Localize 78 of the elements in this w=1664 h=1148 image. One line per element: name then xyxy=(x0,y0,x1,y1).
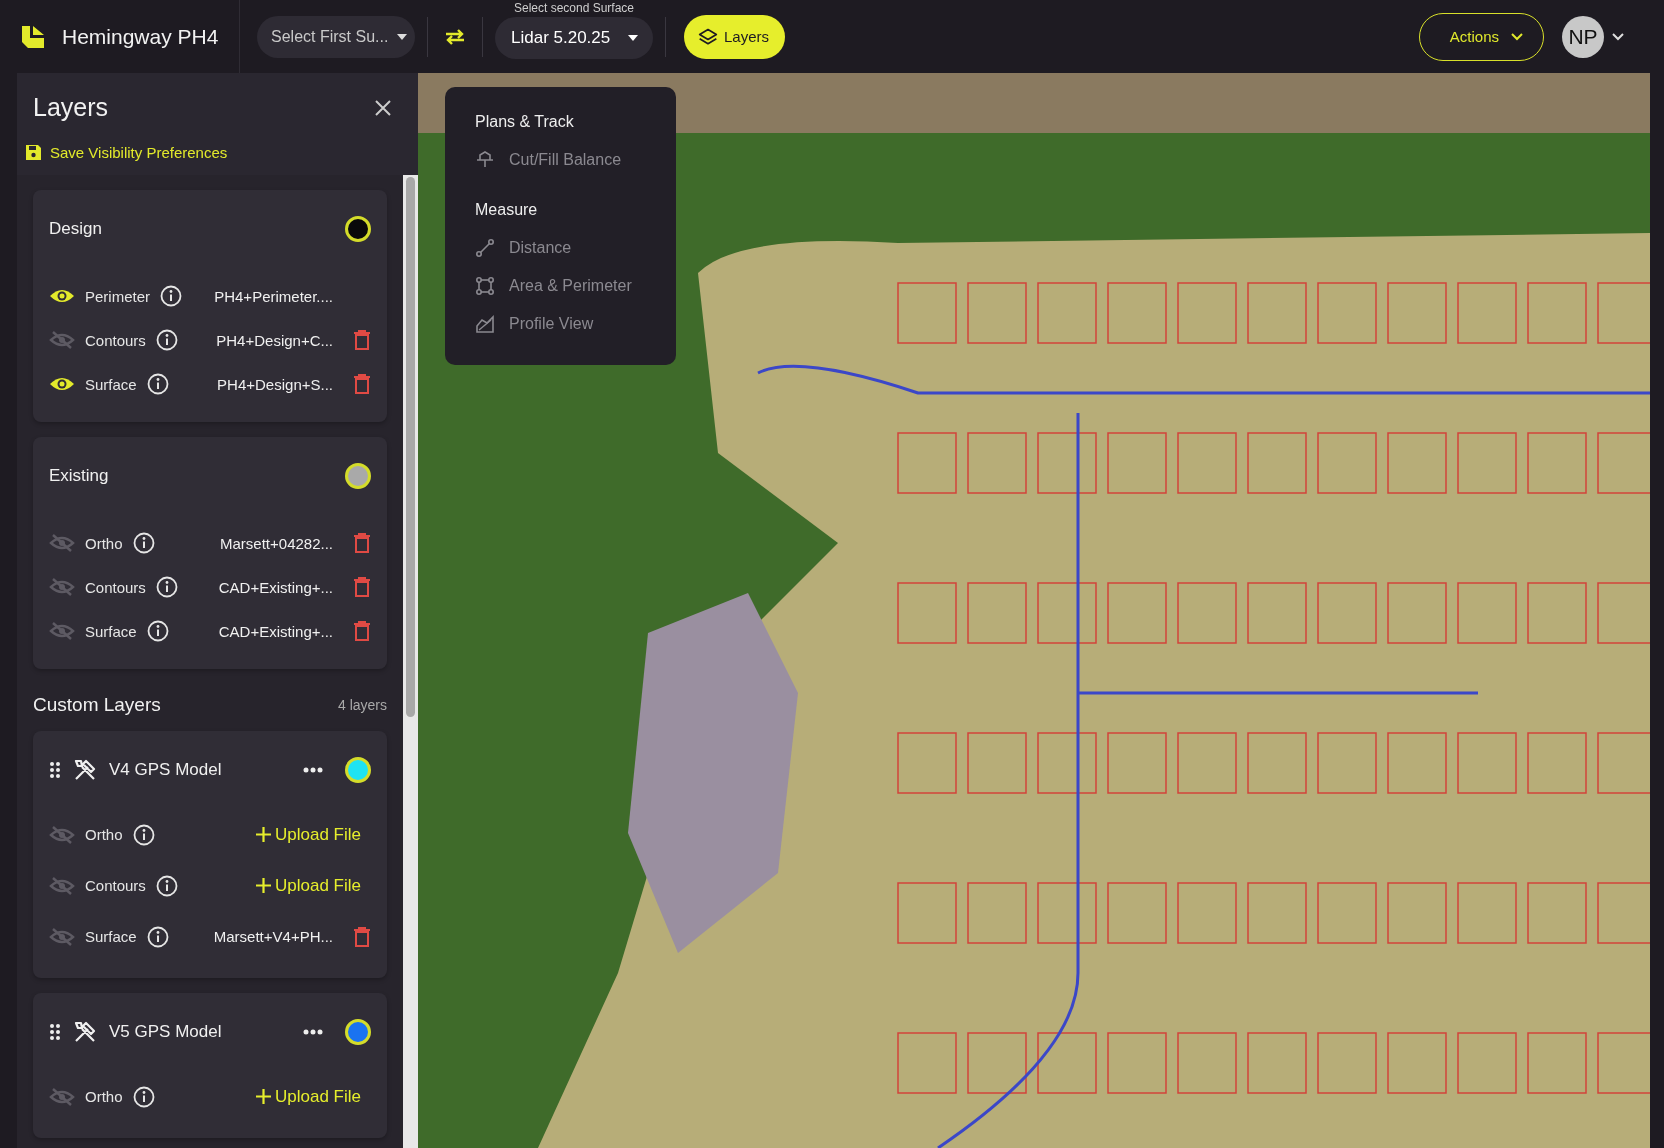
distance-icon xyxy=(475,238,495,258)
file-name: Marsett+V4+PH... xyxy=(213,928,333,945)
scrollbar[interactable] xyxy=(403,175,418,1148)
caret-icon xyxy=(627,33,639,42)
layer-title: V4 GPS Model xyxy=(109,760,222,780)
trash-icon[interactable] xyxy=(353,374,371,394)
trash-icon[interactable] xyxy=(353,330,371,350)
plus-icon xyxy=(256,827,271,842)
layer-label: Perimeter xyxy=(85,287,151,305)
info-icon[interactable] xyxy=(155,874,178,897)
tools-icon xyxy=(73,1020,97,1044)
file-name: CAD+Existing+... xyxy=(218,622,333,640)
info-icon[interactable] xyxy=(160,285,183,307)
trash-icon[interactable] xyxy=(353,577,371,597)
chevron-icon xyxy=(1511,32,1523,41)
trash-icon[interactable] xyxy=(353,533,371,553)
layers-button[interactable]: Layers xyxy=(684,14,786,59)
group-title: Existing xyxy=(49,466,109,486)
layer-label: Contours xyxy=(85,578,146,596)
layer-label: Contours xyxy=(85,877,146,894)
color-dot[interactable] xyxy=(345,757,371,783)
plus-icon xyxy=(256,1089,271,1104)
field-label: Select second Surface xyxy=(513,0,635,15)
area-icon xyxy=(475,276,495,296)
profile-chart-icon xyxy=(475,314,495,334)
layer-label: Ortho xyxy=(85,1088,123,1105)
layer-label: Contours xyxy=(85,331,146,349)
layer-title: V5 GPS Model xyxy=(109,1022,222,1042)
first-surface-dropdown[interactable]: Select First Su... xyxy=(257,15,415,58)
trash-icon[interactable] xyxy=(353,621,371,641)
color-dot[interactable] xyxy=(345,1019,371,1045)
more-icon[interactable] xyxy=(303,1029,323,1035)
layer-count: 4 layers xyxy=(337,697,387,713)
plus-icon xyxy=(256,878,271,893)
info-icon[interactable] xyxy=(146,373,169,395)
menu-section-title: Measure xyxy=(475,201,539,219)
info-icon[interactable] xyxy=(155,576,178,598)
info-icon[interactable] xyxy=(146,620,169,642)
drag-handle-icon[interactable] xyxy=(49,761,61,779)
layer-label: Surface xyxy=(85,928,137,945)
swap-icon[interactable] xyxy=(444,27,466,46)
file-name: PH4+Perimeter.... xyxy=(214,287,333,305)
tools-icon xyxy=(73,758,97,782)
upload-file-button[interactable]: Upload File xyxy=(256,875,361,896)
color-dot[interactable] xyxy=(345,463,371,489)
color-dot[interactable] xyxy=(345,216,371,242)
file-name: PH4+Design+S... xyxy=(217,375,333,393)
info-icon[interactable] xyxy=(132,823,155,846)
layer-label: Surface xyxy=(85,375,137,393)
drag-handle-icon[interactable] xyxy=(49,1023,61,1041)
layer-label: Surface xyxy=(85,622,137,640)
save-icon xyxy=(25,144,42,161)
file-name: PH4+Design+C... xyxy=(216,331,333,349)
save-visibility-link[interactable]: Save Visibility Preferences xyxy=(50,144,228,161)
section-title: Custom Layers xyxy=(33,694,161,716)
trash-icon[interactable] xyxy=(353,926,371,947)
menu-section-title: Plans & Track xyxy=(475,113,575,131)
info-icon[interactable] xyxy=(155,329,178,351)
upload-file-button[interactable]: Upload File xyxy=(256,824,361,845)
info-icon[interactable] xyxy=(132,532,155,554)
caret-icon xyxy=(396,32,409,41)
layer-label: Ortho xyxy=(85,826,123,843)
layers-icon xyxy=(698,26,718,47)
second-surface-dropdown[interactable]: Lidar 5.20.25 xyxy=(495,16,653,59)
layer-label: Ortho xyxy=(85,534,123,552)
group-title: Design xyxy=(49,219,102,239)
info-icon[interactable] xyxy=(132,1085,155,1108)
upload-file-button[interactable]: Upload File xyxy=(256,1086,361,1107)
file-name: CAD+Existing+... xyxy=(218,578,333,596)
project-title: Hemingway PH4 xyxy=(62,24,219,49)
more-icon[interactable] xyxy=(303,767,323,773)
info-icon[interactable] xyxy=(146,925,169,948)
user-avatar[interactable]: NP xyxy=(1562,15,1604,58)
panel-title: Layers xyxy=(33,93,109,122)
close-icon[interactable] xyxy=(374,98,392,117)
chevron-icon[interactable] xyxy=(1612,32,1624,41)
file-name: Marsett+04282... xyxy=(220,534,333,552)
logo-icon xyxy=(20,23,46,50)
